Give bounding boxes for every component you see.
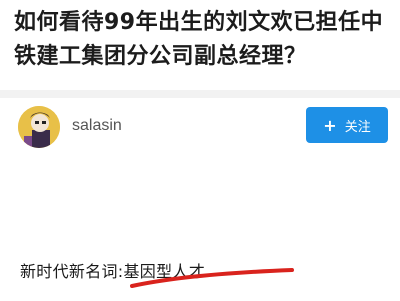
avatar-image-icon xyxy=(18,106,60,148)
author-row: salasin + 关注 xyxy=(0,98,400,158)
plus-icon: + xyxy=(323,115,337,135)
follow-button-label: 关注 xyxy=(344,119,371,135)
question-title[interactable]: 如何看待99年出生的刘文欢已担任中铁建工集团分公司副总经理？ xyxy=(14,6,392,74)
avatar[interactable] xyxy=(18,106,60,148)
author-name[interactable]: salasin xyxy=(72,117,122,135)
section-divider xyxy=(0,90,400,98)
follow-button[interactable]: + 关注 xyxy=(306,107,388,143)
red-underline-annotation xyxy=(130,268,294,288)
